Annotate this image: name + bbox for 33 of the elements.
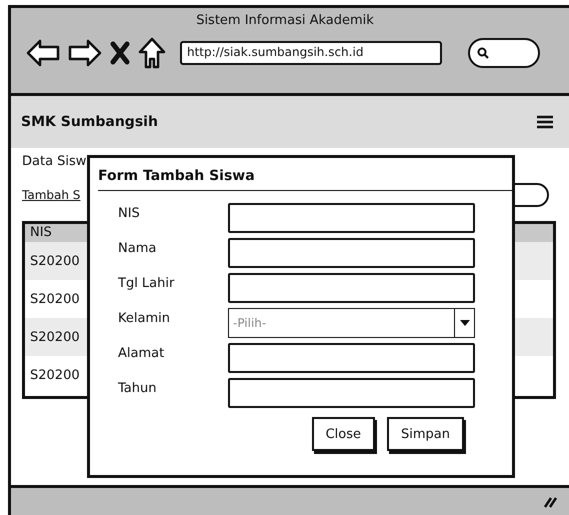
save-button[interactable]: Simpan: [387, 417, 464, 451]
address-field[interactable]: http://siak.sumbangsih.sch.id: [180, 41, 442, 65]
close-button[interactable]: Close: [312, 417, 375, 451]
forward-icon[interactable]: [68, 38, 102, 68]
input-field[interactable]: [228, 238, 475, 268]
back-icon[interactable]: [26, 38, 60, 68]
home-icon[interactable]: [138, 37, 166, 69]
window-title: Sistem Informasi Akademik: [196, 13, 374, 28]
field-label: NIS: [118, 205, 141, 221]
table-cell: S20200: [30, 254, 80, 268]
dialog-title: Form Tambah Siswa: [98, 168, 512, 191]
app-title: SMK Sumbangsih: [21, 114, 158, 130]
field-label: Kelamin: [118, 310, 171, 326]
add-link[interactable]: Tambah S: [22, 188, 80, 202]
field-label: Nama: [118, 240, 158, 256]
page-heading: Data Sisw: [22, 154, 88, 169]
caret-icon: [460, 320, 470, 326]
input-field[interactable]: [228, 203, 475, 233]
input-field[interactable]: [228, 273, 475, 303]
table-cell: S20200: [30, 368, 80, 382]
field-label: Tgl Lahir: [118, 275, 176, 291]
search-field[interactable]: [468, 38, 540, 68]
field-label: Alamat: [118, 345, 166, 361]
search-icon: [477, 47, 489, 59]
resize-grip-icon[interactable]: [543, 496, 557, 508]
table-cell: S20200: [30, 330, 80, 344]
table-cell: S20200: [30, 292, 80, 306]
stop-icon[interactable]: [110, 41, 130, 65]
gender-dropdown[interactable]: -Pilih-: [228, 308, 475, 338]
input-field[interactable]: [228, 378, 475, 408]
input-field[interactable]: [228, 343, 475, 373]
menu-icon[interactable]: [537, 115, 553, 129]
field-label: Tahun: [118, 380, 158, 396]
